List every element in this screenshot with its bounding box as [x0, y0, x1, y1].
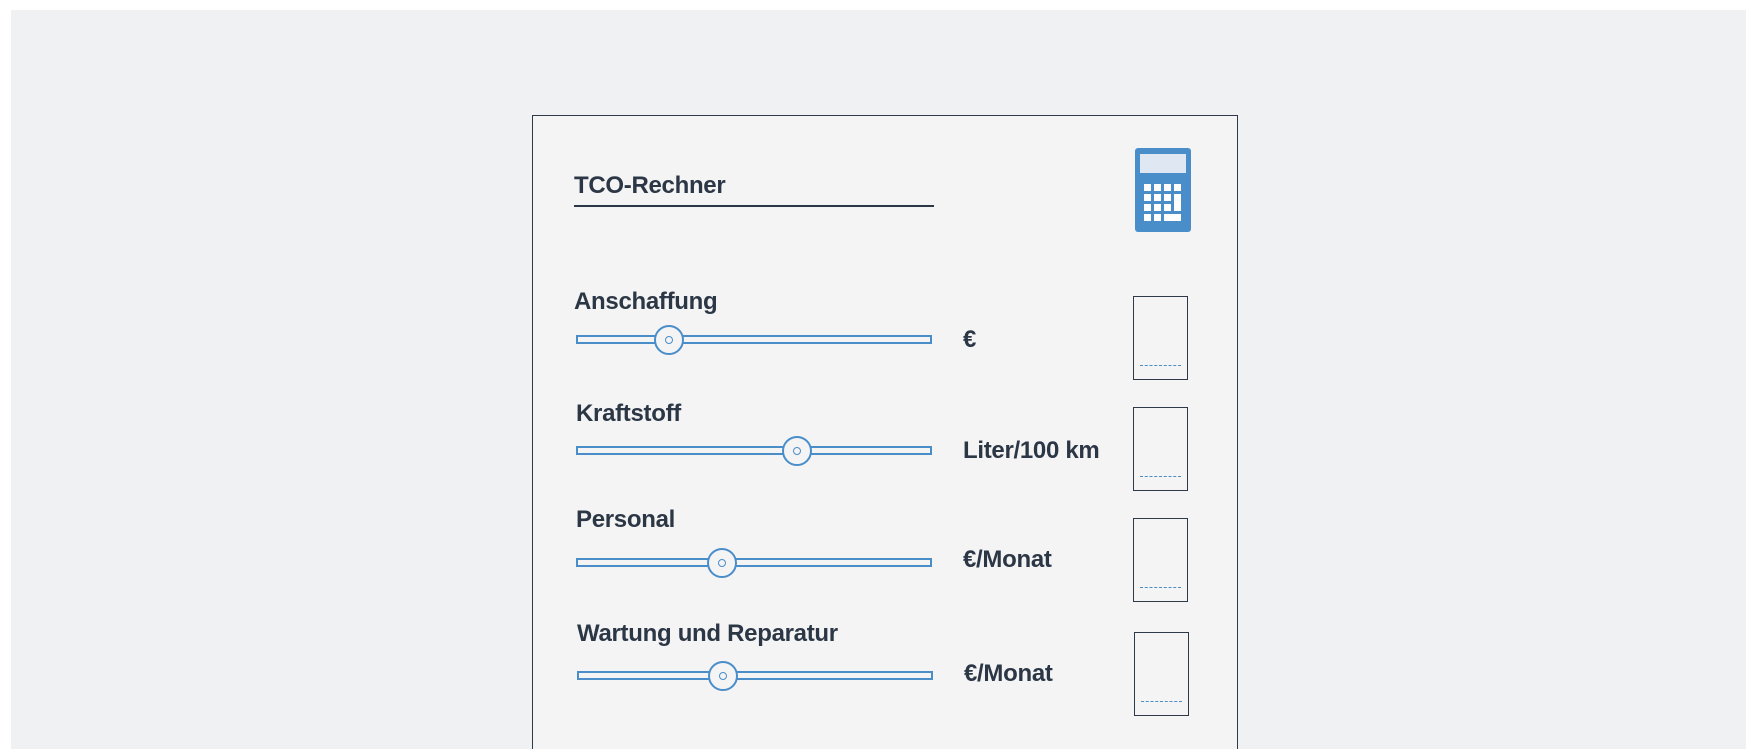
value-field-anschaffung[interactable] [1133, 296, 1188, 380]
row-label-anschaffung: Anschaffung [574, 288, 718, 315]
value-field-wartung[interactable] [1134, 632, 1189, 716]
slider-thumb-personal[interactable] [706, 548, 737, 578]
value-placeholder-line [1140, 587, 1181, 588]
value-placeholder-line [1141, 701, 1182, 702]
slider-thumb-wartung[interactable] [707, 661, 738, 691]
calculator-icon [1135, 148, 1191, 237]
slider-track-wartung[interactable] [577, 671, 933, 680]
value-placeholder-line [1140, 476, 1181, 477]
title-underline [574, 205, 934, 207]
value-field-kraftstoff[interactable] [1133, 407, 1188, 491]
row-label-kraftstoff: Kraftstoff [576, 400, 681, 427]
slider-thumb-kraftstoff[interactable] [781, 436, 812, 466]
row-unit-kraftstoff: Liter/100 km [963, 437, 1100, 464]
value-field-personal[interactable] [1133, 518, 1188, 602]
slider-track-personal[interactable] [576, 558, 932, 567]
row-unit-personal: €/Monat [963, 546, 1052, 573]
slider-track-anschaffung[interactable] [576, 335, 932, 344]
row-unit-wartung: €/Monat [964, 660, 1053, 687]
slider-track-kraftstoff[interactable] [576, 446, 932, 455]
value-placeholder-line [1140, 365, 1181, 366]
slider-thumb-anschaffung[interactable] [653, 325, 684, 355]
calculator-title: TCO-Rechner [574, 172, 726, 199]
row-unit-anschaffung: € [963, 326, 977, 353]
row-label-wartung: Wartung und Reparatur [577, 620, 838, 647]
row-label-personal: Personal [576, 506, 675, 533]
